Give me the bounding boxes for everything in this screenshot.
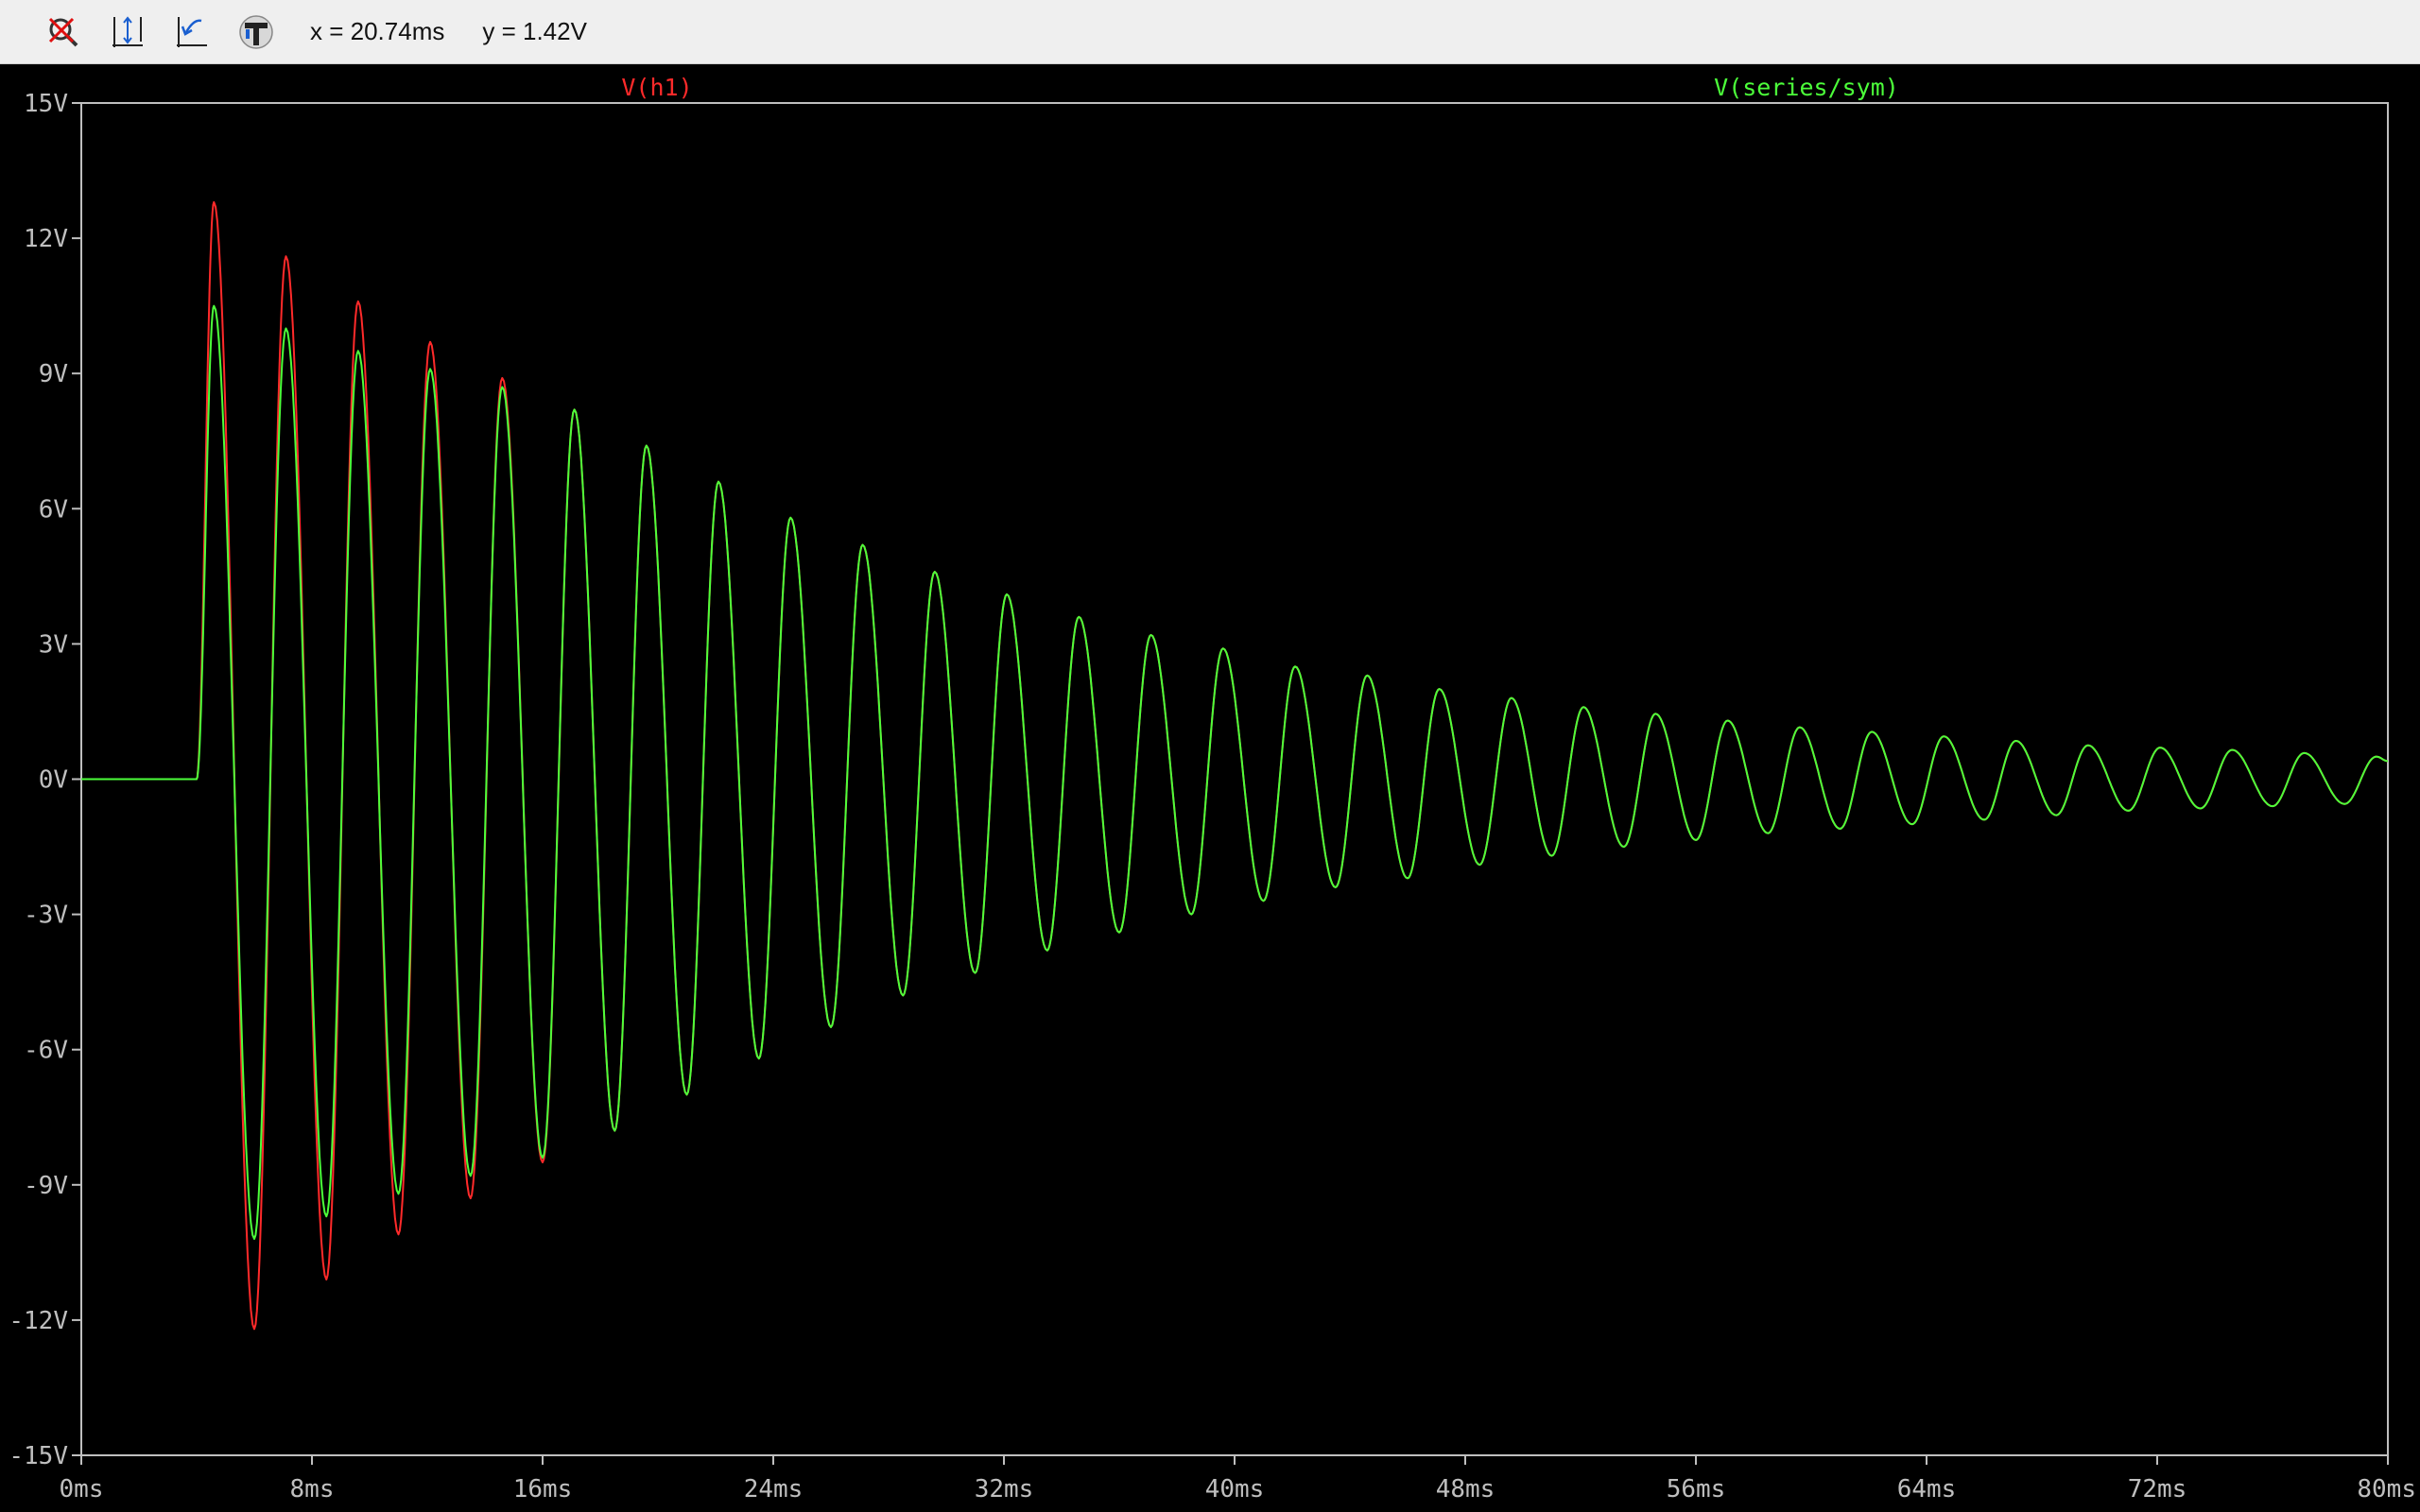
traces <box>81 200 2389 1331</box>
x-tick-label: 8ms <box>290 1475 335 1503</box>
y-tick-label: -15V <box>9 1442 68 1470</box>
cursor-x-readout: x = 20.74ms <box>310 17 445 45</box>
y-tick-label: -3V <box>24 902 68 930</box>
y-tick-label: 3V <box>39 630 68 659</box>
x-tick-label: 56ms <box>1667 1475 1726 1503</box>
zoom-reset-icon <box>48 17 78 46</box>
x-tick-label: 16ms <box>513 1475 573 1503</box>
y-tick-label: -9V <box>24 1172 68 1200</box>
axis-ticks: 15V 12V 9V 6V 3V 0V -3V -6V -9V -12V -15V 0ms 8ms 16m… <box>9 90 2416 1503</box>
x-tick-label: 48ms <box>1436 1475 1495 1503</box>
x-tick-label: 80ms <box>2357 1475 2416 1503</box>
zoom-back-icon <box>177 16 207 47</box>
y-tick-label: 0V <box>39 766 68 795</box>
autorange-button[interactable] <box>104 9 151 56</box>
y-tick-label: 15V <box>24 90 68 118</box>
y-tick-label: -12V <box>9 1307 68 1335</box>
autorange-icon <box>112 15 143 47</box>
trace-v-series-sym[interactable] <box>81 304 2389 1240</box>
x-tick-label: 24ms <box>744 1475 804 1503</box>
pick-traces-icon <box>239 14 273 49</box>
x-tick-label: 0ms <box>60 1475 104 1503</box>
waveform-plot[interactable]: V(h1) V(series/sym) 15V 12V 9V 6V 3V 0V -3V -6V… <box>0 64 2420 1512</box>
zoom-reset-button[interactable] <box>40 9 87 56</box>
toolbar: x = 20.74ms y = 1.42V <box>0 0 2420 64</box>
trace-v-h1[interactable] <box>81 200 2389 1331</box>
y-tick-label: 9V <box>39 360 68 388</box>
legend-v-series-sym[interactable]: V(series/sym) <box>1714 74 1899 101</box>
y-tick-label: 12V <box>24 225 68 253</box>
x-tick-label: 64ms <box>1897 1475 1957 1503</box>
pick-traces-button[interactable] <box>233 9 280 56</box>
y-tick-label: -6V <box>24 1037 68 1065</box>
y-tick-label: 6V <box>39 495 68 524</box>
x-tick-label: 40ms <box>1205 1475 1265 1503</box>
cursor-readout: x = 20.74ms y = 1.42V <box>310 17 587 46</box>
legend-v-h1[interactable]: V(h1) <box>621 74 692 101</box>
zoom-back-button[interactable] <box>168 9 216 56</box>
cursor-y-readout: y = 1.42V <box>482 17 587 45</box>
x-tick-label: 32ms <box>975 1475 1034 1503</box>
plot-frame <box>80 102 2389 1456</box>
x-tick-label: 72ms <box>2128 1475 2187 1503</box>
